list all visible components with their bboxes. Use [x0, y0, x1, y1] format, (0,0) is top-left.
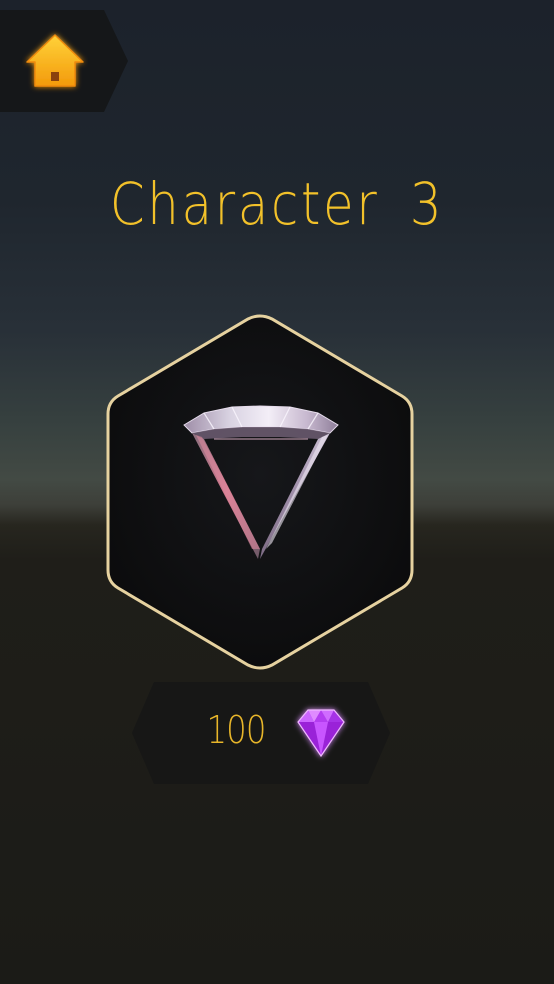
character-preview[interactable] — [180, 403, 342, 561]
home-button[interactable] — [22, 28, 88, 94]
crystal-character-icon — [183, 405, 339, 559]
home-icon — [26, 34, 84, 87]
purple-gem-icon — [288, 700, 354, 764]
character-title: Character 3 — [109, 170, 445, 238]
price-value: 100 — [206, 708, 266, 752]
